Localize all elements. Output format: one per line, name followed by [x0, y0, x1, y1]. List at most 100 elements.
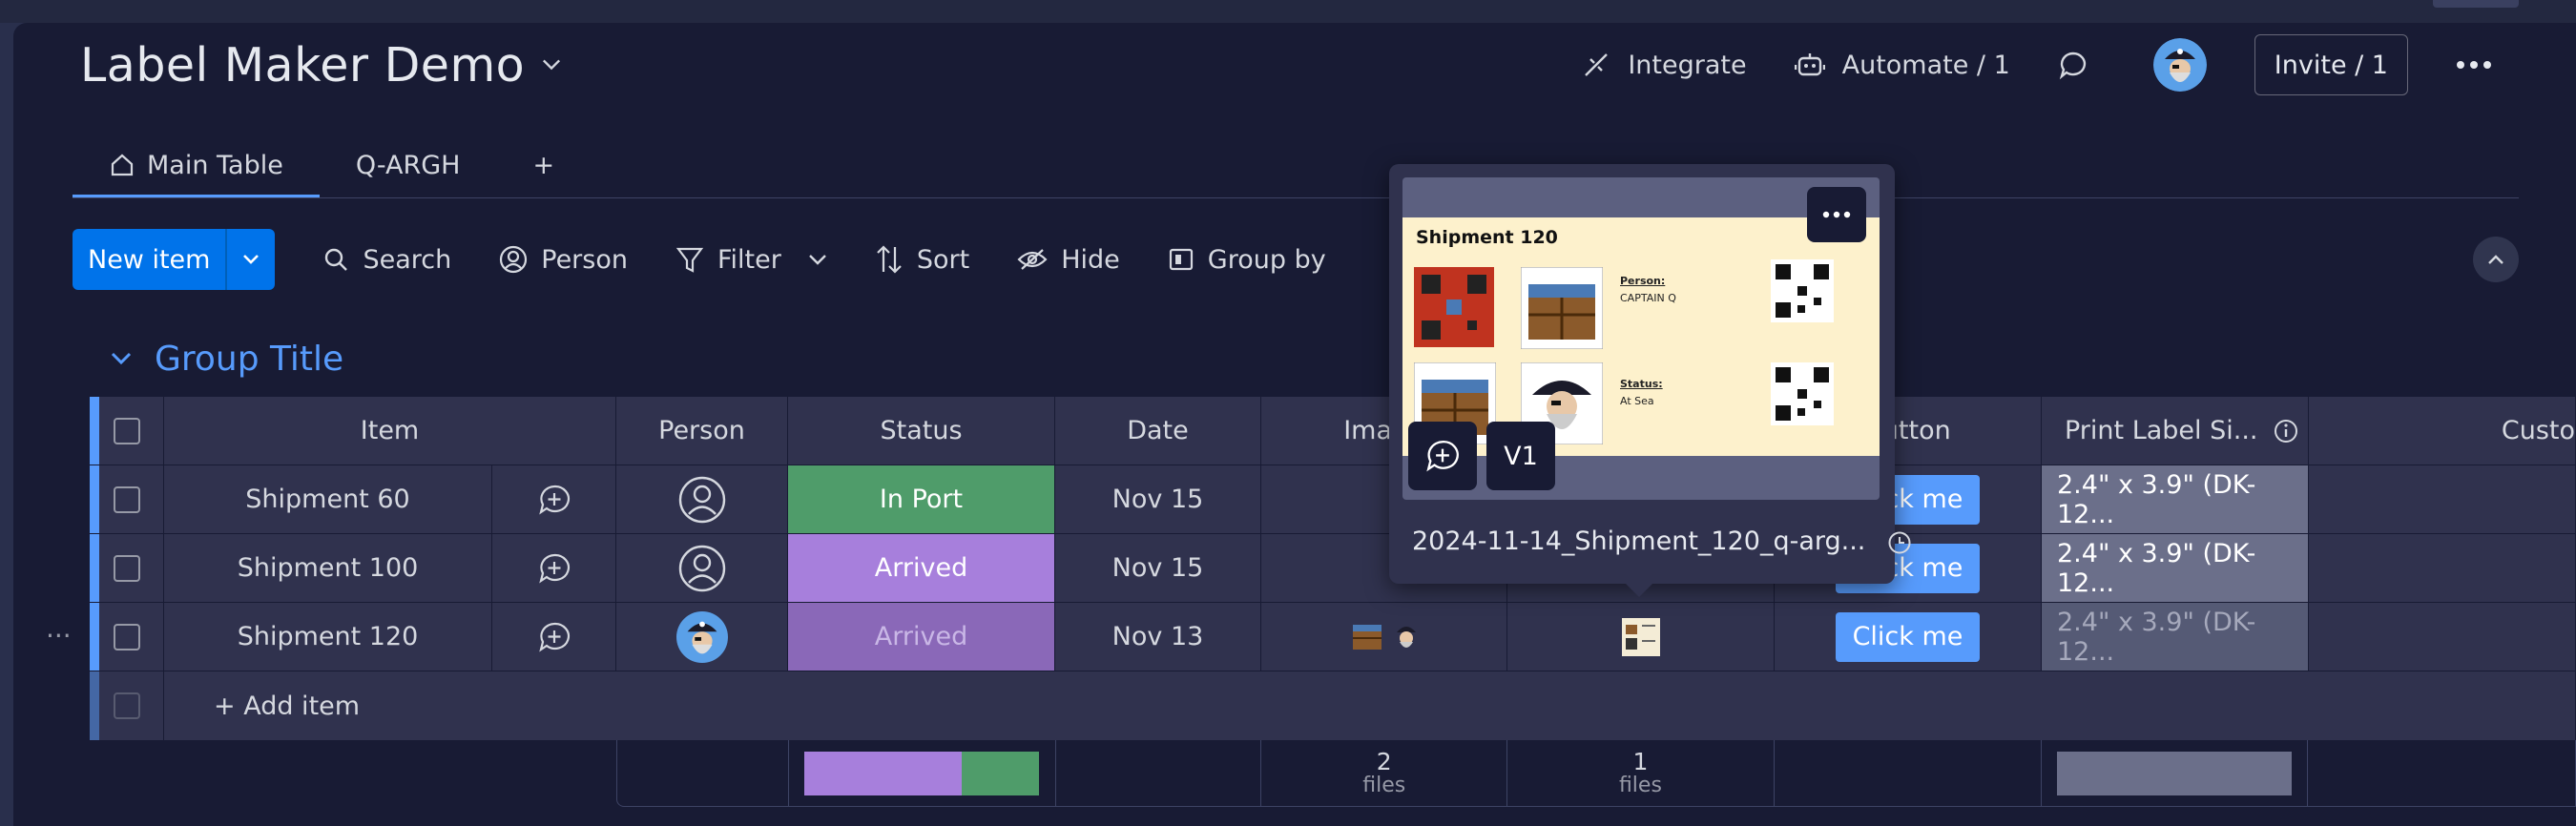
select-all-cell — [90, 397, 164, 465]
table-row[interactable]: Shipment 120 Arrived Nov 13 Click me 2.4… — [90, 603, 2576, 671]
person-cell[interactable] — [616, 603, 788, 671]
empty-person-icon — [678, 545, 725, 591]
item-updates-cell[interactable] — [492, 603, 616, 671]
user-avatar[interactable] — [2152, 38, 2207, 92]
file-files-label: files — [1618, 774, 1662, 798]
column-header-print-label[interactable]: Print Label Si... — [2042, 397, 2309, 465]
add-update-icon[interactable] — [538, 552, 571, 585]
print-label-cell[interactable]: 2.4" x 3.9" (DK-12... — [2042, 603, 2309, 671]
automate-button[interactable]: Automate / 1 — [1794, 51, 2010, 80]
filter-button[interactable]: Filter — [675, 245, 827, 275]
column-header-person[interactable]: Person — [616, 397, 788, 465]
column-header-custom[interactable]: Custo — [2309, 397, 2576, 465]
date-cell[interactable]: Nov 15 — [1055, 465, 1261, 533]
image-cell[interactable] — [1261, 603, 1507, 671]
new-item-button[interactable]: New item — [73, 229, 226, 290]
person-filter-button[interactable]: Person — [499, 245, 628, 275]
label-title: Shipment 120 — [1416, 227, 1558, 248]
add-view-label: + — [532, 150, 555, 180]
add-view-button[interactable]: + — [496, 134, 591, 196]
version-badge[interactable]: V1 — [1486, 422, 1555, 490]
date-cell[interactable]: Nov 15 — [1055, 534, 1261, 602]
column-header-item[interactable]: Item — [164, 397, 616, 465]
table-row[interactable]: Shipment 100 Arrived Nov 15 Click me 2.4… — [90, 534, 2576, 603]
hide-label: Hide — [1061, 244, 1120, 275]
add-update-icon[interactable] — [538, 621, 571, 653]
tab-label: Q-ARGH — [355, 150, 461, 180]
integrate-button[interactable]: Integrate — [1582, 51, 1747, 80]
board-more-button[interactable] — [2456, 60, 2509, 70]
history-clock-icon[interactable] — [1887, 530, 1912, 555]
summary-custom — [2308, 740, 2575, 806]
select-all-checkbox[interactable] — [113, 417, 140, 444]
person-cell[interactable] — [616, 465, 788, 533]
pirate-thumbnail-icon[interactable] — [1395, 621, 1418, 653]
group-by-label: Group by — [1207, 244, 1326, 275]
search-button[interactable]: Search — [322, 245, 451, 275]
person-cell[interactable] — [616, 534, 788, 602]
print-label-cell[interactable]: 2.4" x 3.9" (DK-12... — [2042, 465, 2309, 533]
add-item-input[interactable]: + Add item — [164, 671, 2576, 740]
file-cell[interactable] — [1507, 603, 1775, 671]
item-updates-cell[interactable] — [492, 534, 616, 602]
more-dots-icon — [1822, 211, 1851, 218]
board-title[interactable]: Label Maker Demo — [80, 38, 525, 93]
tab-main-table[interactable]: Main Table — [73, 134, 320, 198]
item-name-cell[interactable]: Shipment 60 — [164, 465, 492, 533]
invite-button[interactable]: Invite / 1 — [2254, 34, 2408, 95]
add-comment-button[interactable] — [1408, 422, 1477, 490]
column-header-status[interactable]: Status — [788, 397, 1055, 465]
item-updates-cell[interactable] — [492, 465, 616, 533]
add-item-row: + Add item — [90, 671, 2576, 740]
status-cell[interactable]: Arrived — [788, 534, 1055, 602]
top-strip — [0, 0, 2576, 23]
sort-button[interactable]: Sort — [875, 243, 969, 276]
tab-label: Main Table — [147, 150, 283, 180]
click-me-button[interactable]: Click me — [1835, 611, 1981, 662]
row-checkbox[interactable] — [113, 554, 140, 582]
print-label-header-text: Print Label Si... — [2065, 416, 2258, 445]
custom-cell[interactable] — [2309, 534, 2576, 602]
item-name-cell[interactable]: Shipment 120 — [164, 603, 492, 671]
crate-thumbnail-icon[interactable] — [1351, 621, 1383, 653]
item-name-cell[interactable]: Shipment 100 — [164, 534, 492, 602]
status-cell[interactable]: In Port — [788, 465, 1055, 533]
summary-status-distribution[interactable] — [789, 740, 1056, 806]
chevron-down-icon[interactable] — [808, 254, 827, 265]
group-color-bar — [90, 465, 99, 533]
group-title[interactable]: Group Title — [155, 340, 343, 379]
row-checkbox[interactable] — [113, 623, 140, 650]
status-cell[interactable]: Arrived — [788, 603, 1055, 671]
info-icon[interactable] — [2274, 419, 2298, 444]
table-header-row: Item Person Status Date Image Button Pri… — [90, 397, 2576, 465]
file-preview-image[interactable]: Shipment 120 Person: CAPTAIN Q Status: A… — [1402, 177, 1880, 500]
file-name[interactable]: 2024-11-14_Shipment_120_q-arg... — [1412, 527, 1912, 556]
add-update-icon[interactable] — [538, 484, 571, 516]
tab-q-argh[interactable]: Q-ARGH — [320, 134, 497, 196]
custom-cell[interactable] — [2309, 465, 2576, 533]
hide-button[interactable]: Hide — [1017, 245, 1120, 275]
group-by-button[interactable]: Group by — [1168, 245, 1326, 275]
date-cell[interactable]: Nov 13 — [1055, 603, 1261, 671]
column-header-date[interactable]: Date — [1055, 397, 1261, 465]
row-more-button[interactable]: ··· — [46, 620, 72, 651]
summary-files[interactable]: 1 files — [1507, 740, 1775, 806]
summary-image-files[interactable]: 2 files — [1261, 740, 1508, 806]
table-row[interactable]: Shipment 60 In Port Nov 15 Click me 2.4"… — [90, 465, 2576, 534]
file-more-button[interactable] — [1807, 187, 1866, 242]
row-checkbox[interactable] — [113, 485, 140, 513]
home-icon — [111, 154, 134, 176]
chevron-down-icon[interactable] — [542, 55, 561, 74]
chevron-down-icon[interactable] — [111, 352, 132, 365]
view-tabs: Main Table Q-ARGH + — [73, 134, 591, 198]
custom-cell[interactable] — [2309, 603, 2576, 671]
new-item-dropdown[interactable] — [225, 229, 276, 290]
group-header[interactable]: Group Title — [111, 332, 343, 385]
corner-avatar[interactable] — [2433, 0, 2519, 8]
group-color-bar — [90, 603, 99, 671]
label-file-thumbnail-icon[interactable] — [1621, 617, 1661, 657]
collapse-header-button[interactable] — [2473, 237, 2519, 282]
board-toolbar: New item Search Person Filter Sort Hide … — [73, 229, 1326, 290]
print-label-cell[interactable]: 2.4" x 3.9" (DK-12... — [2042, 534, 2309, 602]
updates-button[interactable] — [2058, 50, 2106, 80]
